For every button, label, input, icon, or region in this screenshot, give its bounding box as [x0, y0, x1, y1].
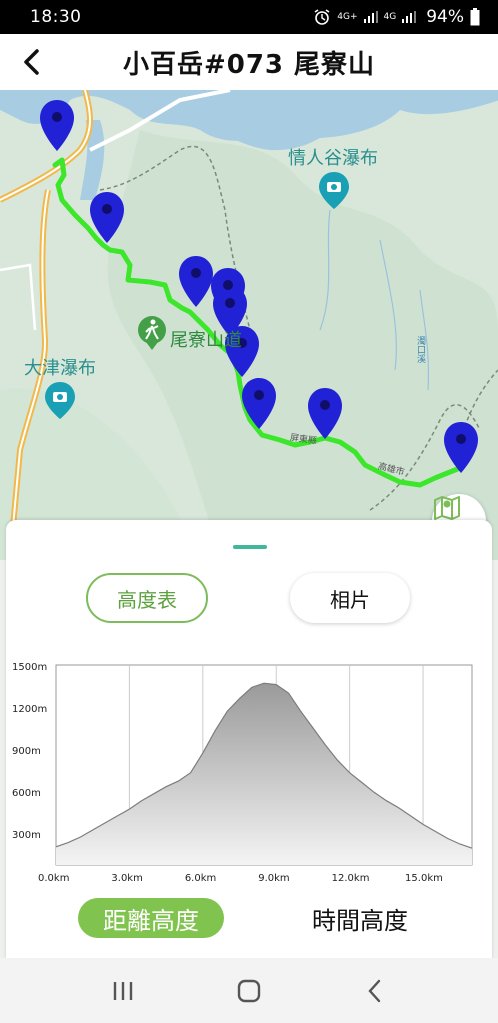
x-tick-label: 0.0km: [38, 873, 70, 884]
waterfall-label-2: 大津瀑布: [24, 358, 96, 379]
alarm-icon: [314, 9, 330, 25]
waterfall-label-1: 情人谷瀑布: [288, 148, 378, 169]
map-view[interactable]: 情人谷瀑布 大津瀑布 尾寮山道 屏東縣 高雄市 濁口溪: [0, 90, 498, 560]
recents-icon: [113, 981, 133, 1000]
elevation-chart-svg: [55, 664, 473, 866]
y-tick-label: 900m: [12, 746, 41, 758]
river-label: 濁口溪: [415, 336, 425, 363]
recents-button[interactable]: [103, 971, 143, 1011]
y-tick-label: 1200m: [12, 704, 48, 716]
x-tick-label: 15.0km: [405, 873, 443, 884]
tab-photos[interactable]: 相片: [290, 573, 410, 623]
network-type-1: 4G+: [337, 12, 358, 22]
back-icon: [368, 979, 381, 1002]
peak-name: 尾寮山: [170, 330, 224, 351]
app-root: 18:30 4G+ 4G 94% 小百岳#073 尾寮山 情人谷瀑布 大津瀑布 …: [0, 0, 498, 1023]
back-button[interactable]: [14, 44, 50, 80]
tab-elevation[interactable]: 高度表: [86, 573, 208, 623]
battery-icon: [470, 8, 480, 26]
sheet-drag-handle[interactable]: [233, 545, 267, 549]
map-canvas: [0, 90, 498, 560]
home-icon: [237, 979, 261, 1002]
home-button[interactable]: [229, 971, 269, 1011]
x-tick-label: 12.0km: [331, 873, 370, 884]
elevation-chart: 300m 600m 900m 1200m 1500m 0.0km 3.0km 6.0km 9.…: [6, 655, 492, 895]
status-icons: 4G+ 4G 94%: [313, 7, 480, 27]
x-tick-label: 9.0km: [258, 873, 290, 884]
y-tick-label: 300m: [12, 830, 41, 842]
signal-icon-2: [402, 11, 417, 23]
bottom-sheet: 高度表 相片 300m 600m 900m 1200m 1500m 0.0km 3.0km…: [6, 520, 492, 960]
battery-text: 94%: [426, 7, 464, 27]
network-type-2: 4G: [383, 12, 397, 22]
status-time: 18:30: [30, 7, 82, 27]
map-layers-icon: [434, 496, 460, 520]
signal-icon-1: [363, 11, 378, 23]
chevron-left-icon: [24, 49, 39, 75]
header: 小百岳#073 尾寮山: [0, 34, 498, 90]
y-tick-label: 1500m: [12, 662, 48, 674]
peak-suffix: 道: [224, 330, 242, 351]
peak-label: 尾寮山道: [170, 326, 242, 352]
system-nav-bar: [0, 958, 498, 1023]
x-tick-label: 6.0km: [184, 873, 217, 884]
status-bar: 18:30 4G+ 4G 94%: [0, 0, 498, 34]
page-title: 小百岳#073 尾寮山: [122, 49, 376, 80]
distance-elevation-button[interactable]: 距離高度: [78, 898, 224, 938]
y-tick-label: 600m: [12, 788, 41, 800]
time-elevation-button[interactable]: 時間高度: [290, 898, 430, 938]
system-back-button[interactable]: [355, 971, 395, 1011]
x-tick-label: 3.0km: [111, 873, 143, 884]
